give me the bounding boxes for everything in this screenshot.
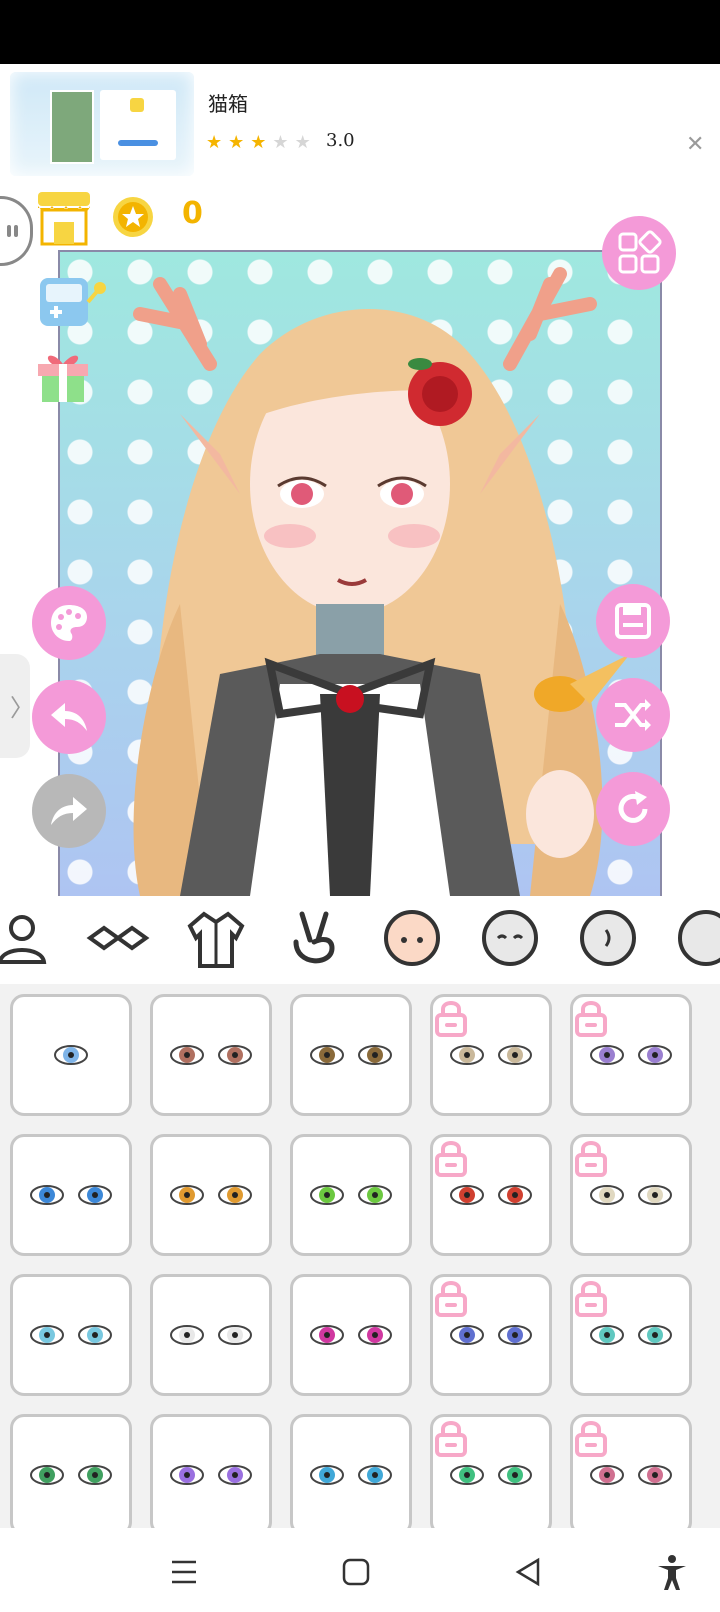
eye-style-item[interactable] [290, 1274, 412, 1396]
lock-icon [575, 1001, 607, 1037]
face-icon[interactable] [380, 908, 444, 972]
side-drawer-handle[interactable]: 〉 [0, 654, 34, 758]
eye-style-item[interactable] [150, 994, 272, 1116]
eye-preview-icon [170, 1465, 252, 1485]
lock-icon [435, 1421, 467, 1457]
eye-preview-icon [30, 1465, 112, 1485]
accessibility-icon[interactable] [652, 1552, 692, 1592]
eye-style-item[interactable] [570, 1274, 692, 1396]
ad-thumbnail[interactable] [10, 72, 194, 176]
lock-icon [575, 1281, 607, 1317]
eye-style-item[interactable] [290, 1414, 412, 1528]
lock-icon [435, 1281, 467, 1317]
mask-icon[interactable] [86, 908, 150, 972]
reset-button[interactable] [596, 772, 670, 846]
close-icon[interactable]: ✕ [686, 132, 704, 157]
eye-style-item[interactable] [430, 1274, 552, 1396]
eye-preview-icon [310, 1325, 392, 1345]
eye-style-grid [0, 984, 720, 1528]
back-triangle-icon[interactable] [508, 1552, 548, 1592]
system-nav-bar [0, 1528, 720, 1612]
lock-icon [575, 1141, 607, 1177]
eye-style-item[interactable] [430, 1134, 552, 1256]
game-console-icon[interactable] [36, 274, 112, 330]
person-icon[interactable] [0, 908, 62, 972]
face-outline-icon[interactable] [478, 908, 542, 972]
eye-style-item[interactable] [10, 1134, 132, 1256]
chat-icon [7, 225, 18, 237]
character-stage: 0 〉 [0, 184, 720, 900]
eye-style-item[interactable] [150, 1134, 272, 1256]
head-side-icon[interactable] [576, 908, 640, 972]
eye-style-item[interactable] [570, 1134, 692, 1256]
eye-preview-icon [170, 1045, 252, 1065]
character-avatar [133, 267, 630, 896]
star-icon: ★ [272, 132, 289, 153]
palette-icon [51, 605, 87, 641]
star-icon: ★ [206, 132, 223, 153]
ad-banner[interactable]: 猫箱 ★ ★ ★ ★ ★ 3.0 ✕ [0, 64, 720, 184]
eye-preview-icon [170, 1185, 252, 1205]
lock-icon [575, 1421, 607, 1457]
shirt-icon[interactable] [184, 908, 248, 972]
eye-preview-icon [310, 1465, 392, 1485]
eye-preview-icon [310, 1185, 392, 1205]
ad-rating-stars: ★ ★ ★ ★ ★ [206, 132, 311, 153]
ad-card-image [100, 90, 176, 160]
eye-style-item[interactable] [150, 1414, 272, 1528]
coin-count: 0 [182, 196, 203, 231]
head-icon[interactable] [674, 908, 720, 972]
menu-icon[interactable] [164, 1552, 204, 1592]
ad-title[interactable]: 猫箱 [208, 88, 248, 117]
star-icon: ★ [294, 132, 311, 153]
save-button[interactable] [596, 584, 670, 658]
eye-preview-icon [310, 1045, 392, 1065]
undo-button[interactable] [32, 680, 106, 754]
lock-icon [435, 1141, 467, 1177]
shuffle-icon [615, 699, 651, 731]
eye-style-item[interactable] [10, 994, 132, 1116]
redo-button[interactable] [32, 774, 106, 848]
redo-arrow-icon [51, 797, 87, 825]
eye-style-item[interactable] [290, 994, 412, 1116]
shuffle-button[interactable] [596, 678, 670, 752]
save-icon [615, 603, 651, 639]
peace-hand-icon[interactable] [282, 908, 346, 972]
palette-button[interactable] [32, 586, 106, 660]
chat-bubble-button[interactable] [0, 196, 33, 266]
star-icon: ★ [228, 132, 245, 153]
ad-phone-image [50, 90, 94, 164]
eye-style-item[interactable] [150, 1274, 272, 1396]
chevron-right-icon: 〉 [10, 694, 34, 722]
gift-icon[interactable] [34, 346, 92, 406]
ad-rating-value: 3.0 [326, 130, 355, 151]
category-tabs [0, 896, 720, 984]
eye-preview-icon [170, 1325, 252, 1345]
eye-style-item[interactable] [10, 1414, 132, 1528]
coin-icon [113, 197, 153, 237]
status-bar [0, 0, 720, 64]
eye-style-item[interactable] [290, 1134, 412, 1256]
eye-style-item[interactable] [570, 994, 692, 1116]
eye-style-item[interactable] [10, 1274, 132, 1396]
home-square-icon[interactable] [336, 1552, 376, 1592]
apps-grid-button[interactable] [602, 216, 676, 290]
refresh-icon [618, 791, 648, 823]
eye-style-item[interactable] [430, 994, 552, 1116]
eye-style-item[interactable] [430, 1414, 552, 1528]
lock-icon [435, 1001, 467, 1037]
apps-grid-icon [618, 230, 662, 274]
eye-style-item[interactable] [570, 1414, 692, 1528]
eye-preview-icon [30, 1325, 112, 1345]
star-icon: ★ [250, 132, 267, 153]
eye-preview-icon [54, 1045, 88, 1065]
shop-icon[interactable] [34, 188, 94, 248]
eye-preview-icon [30, 1185, 112, 1205]
undo-arrow-icon [51, 703, 87, 731]
